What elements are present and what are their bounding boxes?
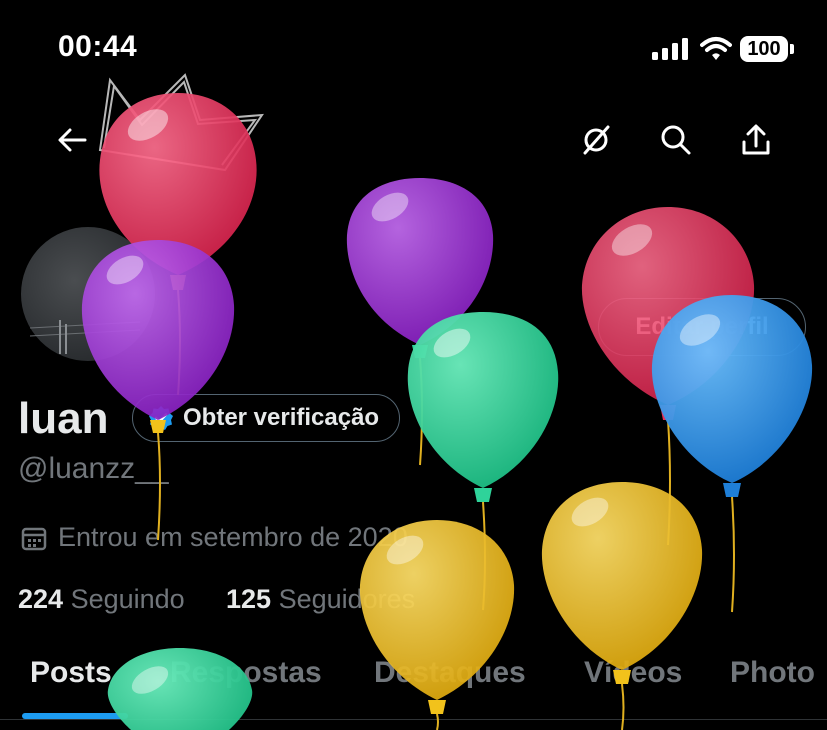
get-verified-label: Obter verificação [183, 404, 380, 431]
profile-tabs: Posts Respostas Destaques Vídeos Photo [0, 648, 827, 720]
crown-doodle [98, 73, 264, 172]
share-icon [742, 124, 770, 155]
tab-videos[interactable]: Vídeos [584, 656, 682, 690]
search-button[interactable] [654, 118, 698, 162]
joined-date-text: Entrou em setembro de 2020 [58, 522, 408, 552]
profile-handle: @luanzz__ [18, 452, 169, 485]
status-time: 00:44 [58, 30, 138, 63]
tab-replies[interactable]: Respostas [170, 656, 322, 690]
grok-slash-icon [583, 125, 610, 155]
arrow-left-icon [58, 128, 87, 152]
wifi-icon [700, 37, 732, 60]
tab-highlights[interactable]: Destaques [374, 656, 526, 690]
verified-badge-icon [149, 406, 173, 430]
avatar-photo-detail [30, 320, 140, 354]
followers-link[interactable]: 125 Seguidores [226, 584, 415, 615]
followers-label: Seguidores [278, 584, 416, 614]
calendar-icon [21, 527, 47, 550]
following-count: 224 [18, 584, 64, 614]
cellular-signal-icon [652, 38, 688, 60]
tab-photos[interactable]: Photo [730, 656, 815, 690]
back-button[interactable] [50, 118, 94, 162]
edit-profile-button[interactable]: Editar perfil [598, 298, 806, 356]
profile-name: luan [18, 394, 109, 443]
balloon-red [581, 207, 755, 546]
balloon-animation-overlay [81, 73, 813, 730]
tabs-divider [0, 719, 827, 720]
followers-count: 125 [226, 584, 272, 614]
balloon-green [407, 312, 559, 611]
battery-cap [790, 44, 794, 54]
search-icon [661, 125, 691, 155]
tab-posts[interactable]: Posts [30, 656, 112, 690]
share-button[interactable] [734, 118, 778, 162]
joined-date: Entrou em setembro de 2020 [20, 522, 408, 553]
battery-indicator: 100 [740, 36, 788, 62]
following-link[interactable]: 224 Seguindo [18, 584, 185, 615]
get-verified-button[interactable]: Obter verificação [132, 394, 401, 442]
grok-button[interactable] [574, 118, 618, 162]
following-label: Seguindo [70, 584, 185, 614]
